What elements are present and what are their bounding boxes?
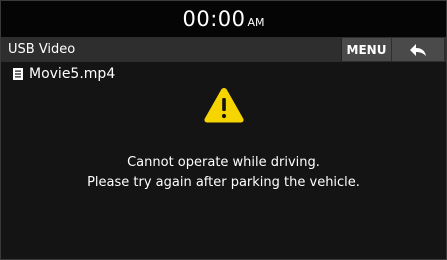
clock-ampm: AM	[247, 16, 265, 29]
video-file-icon	[13, 68, 23, 80]
warning-message: Cannot operate while driving. Please try…	[1, 153, 446, 193]
back-arrow-icon	[410, 43, 426, 56]
warning-message-line-2: Please try again after parking the vehic…	[87, 175, 360, 190]
page-title: USB Video	[8, 42, 76, 57]
file-name: Movie5.mp4	[29, 66, 116, 82]
clock: 00:00 AM	[182, 7, 264, 31]
warning-message-line-1: Cannot operate while driving.	[127, 155, 320, 170]
status-bar: 00:00 AM	[1, 1, 446, 37]
menu-button[interactable]: MENU	[341, 38, 391, 61]
title-bar: USB Video MENU	[1, 37, 446, 62]
file-row: Movie5.mp4	[1, 62, 446, 86]
back-button[interactable]	[392, 38, 444, 61]
warning-icon	[204, 88, 244, 123]
media-screen: 00:00 AM USB Video MENU Movie5.mp4 Canno…	[0, 0, 447, 260]
clock-time: 00:00	[182, 7, 246, 31]
